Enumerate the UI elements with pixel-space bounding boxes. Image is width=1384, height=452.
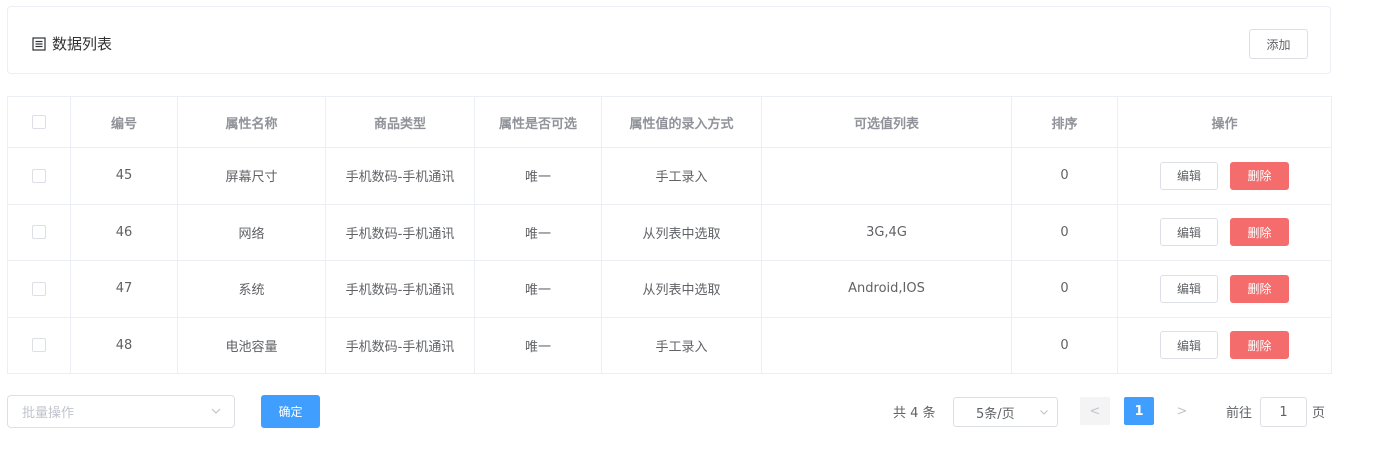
- column-header-input-mode: 属性值的录入方式: [601, 96, 762, 148]
- cell-input-mode: 手工录入: [601, 147, 762, 205]
- row-checkbox[interactable]: [32, 168, 46, 183]
- cell-selectable: 唯一: [474, 317, 602, 374]
- cell-input-mode: 从列表中选取: [601, 260, 762, 318]
- cell-type: 手机数码-手机通讯: [325, 147, 475, 205]
- chevron-down-icon: [1040, 410, 1048, 415]
- select-all-checkbox[interactable]: [32, 115, 46, 129]
- cell-id: 47: [70, 260, 178, 318]
- add-button[interactable]: 添加: [1249, 29, 1308, 59]
- edit-button[interactable]: 编辑: [1160, 161, 1218, 190]
- table-row: 48 电池容量 手机数码-手机通讯 唯一 手工录入 0 编辑 删除: [7, 317, 1332, 374]
- cell-id: 46: [70, 204, 178, 261]
- cell-input-mode: 从列表中选取: [601, 204, 762, 261]
- column-header-type: 商品类型: [325, 96, 475, 148]
- attribute-table: 编号 属性名称 商品类型 属性是否可选 属性值的录入方式 可选值列表 排序 操作…: [7, 96, 1332, 374]
- cell-selectable: 唯一: [474, 204, 602, 261]
- table-row: 46 网络 手机数码-手机通讯 唯一 从列表中选取 3G,4G 0 编辑 删除: [7, 204, 1332, 261]
- page-number-1[interactable]: 1: [1124, 397, 1154, 425]
- chevron-down-icon: [211, 408, 221, 414]
- column-header-options: 可选值列表: [761, 96, 1012, 148]
- cell-actions: 编辑 删除: [1117, 204, 1332, 261]
- goto-page-input[interactable]: [1260, 397, 1307, 427]
- page-title-text: 数据列表: [52, 35, 113, 53]
- cell-sort: 0: [1011, 147, 1118, 205]
- edit-button[interactable]: 编辑: [1160, 274, 1218, 303]
- select-all-cell: [7, 96, 71, 148]
- cell-name: 屏幕尺寸: [177, 147, 326, 205]
- prev-page-button[interactable]: <: [1080, 397, 1110, 425]
- column-header-name: 属性名称: [177, 96, 326, 148]
- row-checkbox[interactable]: [32, 281, 46, 296]
- cell-options: 3G,4G: [761, 204, 1012, 261]
- table-header-row: 编号 属性名称 商品类型 属性是否可选 属性值的录入方式 可选值列表 排序 操作: [7, 96, 1332, 148]
- cell-input-mode: 手工录入: [601, 317, 762, 374]
- cell-name: 网络: [177, 204, 326, 261]
- cell-name: 系统: [177, 260, 326, 318]
- cell-type: 手机数码-手机通讯: [325, 204, 475, 261]
- edit-button[interactable]: 编辑: [1160, 218, 1218, 247]
- cell-id: 48: [70, 317, 178, 374]
- row-checkbox[interactable]: [32, 338, 46, 353]
- column-header-selectable: 属性是否可选: [474, 96, 602, 148]
- cell-name: 电池容量: [177, 317, 326, 374]
- table-row: 47 系统 手机数码-手机通讯 唯一 从列表中选取 Android,IOS 0 …: [7, 260, 1332, 318]
- data-list-header: 数据列表 添加: [7, 6, 1331, 74]
- cell-type: 手机数码-手机通讯: [325, 317, 475, 374]
- cell-selectable: 唯一: [474, 147, 602, 205]
- edit-button[interactable]: 编辑: [1160, 331, 1218, 360]
- page-size-value: 5条/页: [976, 406, 1015, 422]
- goto-suffix: 页: [1312, 406, 1326, 421]
- pagination-total: 共 4 条: [893, 406, 936, 421]
- next-page-button[interactable]: >: [1167, 397, 1197, 425]
- cell-selectable: 唯一: [474, 260, 602, 318]
- cell-actions: 编辑 删除: [1117, 260, 1332, 318]
- row-checkbox[interactable]: [32, 225, 46, 240]
- cell-options: [761, 317, 1012, 374]
- batch-operation-placeholder: 批量操作: [22, 406, 75, 421]
- cell-actions: 编辑 删除: [1117, 147, 1332, 205]
- list-icon: [32, 36, 46, 51]
- cell-options: Android,IOS: [761, 260, 1012, 318]
- page-size-select[interactable]: 5条/页: [953, 397, 1058, 427]
- cell-options: [761, 147, 1012, 205]
- cell-id: 45: [70, 147, 178, 205]
- table-row: 45 屏幕尺寸 手机数码-手机通讯 唯一 手工录入 0 编辑 删除: [7, 147, 1332, 205]
- column-header-actions: 操作: [1117, 96, 1332, 148]
- cell-sort: 0: [1011, 204, 1118, 261]
- page-title: 数据列表: [32, 33, 112, 54]
- cell-sort: 0: [1011, 260, 1118, 318]
- batch-operation-select[interactable]: 批量操作: [7, 395, 235, 428]
- delete-button[interactable]: 删除: [1230, 331, 1289, 360]
- delete-button[interactable]: 删除: [1230, 274, 1289, 303]
- confirm-button[interactable]: 确定: [261, 395, 320, 428]
- cell-actions: 编辑 删除: [1117, 317, 1332, 374]
- cell-type: 手机数码-手机通讯: [325, 260, 475, 318]
- delete-button[interactable]: 删除: [1230, 161, 1289, 190]
- cell-sort: 0: [1011, 317, 1118, 374]
- delete-button[interactable]: 删除: [1230, 218, 1289, 247]
- goto-label: 前往: [1226, 406, 1253, 421]
- column-header-id: 编号: [70, 96, 178, 148]
- column-header-sort: 排序: [1011, 96, 1118, 148]
